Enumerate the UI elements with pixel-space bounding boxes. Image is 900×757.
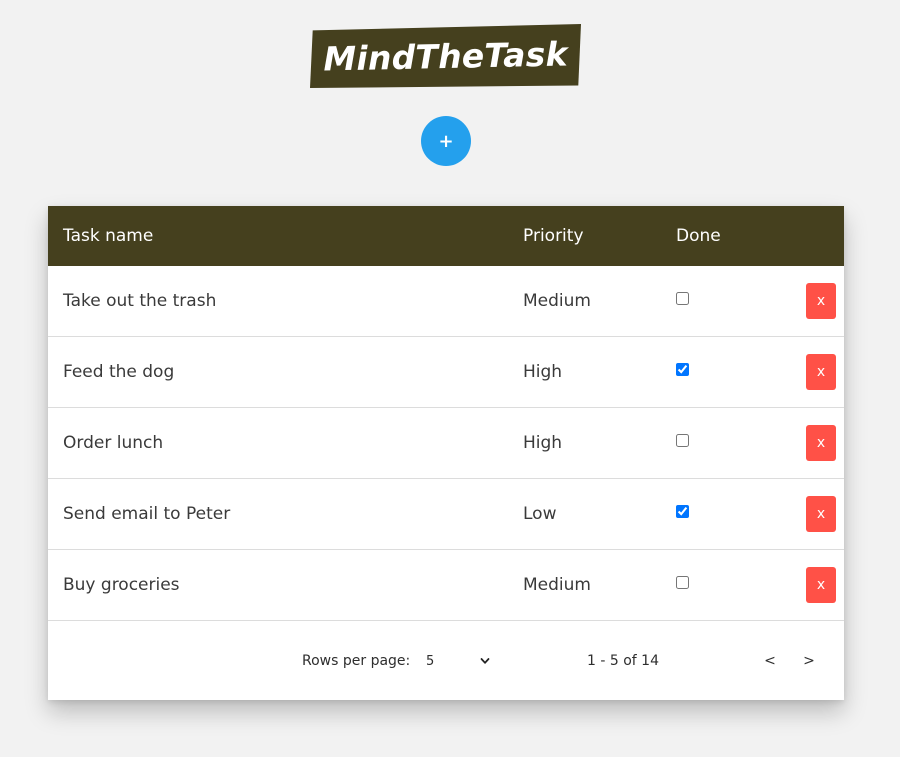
task-priority: High: [523, 433, 563, 453]
done-checkbox[interactable]: [676, 292, 689, 305]
table-row: Feed the dog High x: [48, 337, 844, 408]
delete-task-button[interactable]: x: [806, 425, 836, 461]
delete-task-button[interactable]: x: [806, 283, 836, 319]
table-row: Order lunch High x: [48, 408, 844, 479]
task-priority: Medium: [523, 575, 591, 595]
app-logo: MindTheTask: [310, 24, 581, 88]
task-priority: High: [523, 362, 563, 382]
table-row: Take out the trash Medium x: [48, 266, 844, 337]
column-header-priority: Priority: [523, 226, 584, 246]
delete-task-button[interactable]: x: [806, 354, 836, 390]
delete-task-button[interactable]: x: [806, 567, 836, 603]
next-page-button[interactable]: >: [797, 649, 821, 673]
add-task-button[interactable]: +: [421, 116, 471, 166]
task-name: Feed the dog: [63, 362, 175, 382]
done-checkbox[interactable]: [676, 434, 689, 447]
pagination-range: 1 - 5 of 14: [587, 653, 659, 669]
table-header: Task name Priority Done: [48, 206, 844, 266]
rows-per-page-label: Rows per page:: [302, 653, 411, 669]
rows-per-page-select[interactable]: 5: [420, 652, 492, 670]
table-row: Send email to Peter Low x: [48, 479, 844, 550]
task-name: Buy groceries: [63, 575, 180, 595]
delete-task-button[interactable]: x: [806, 496, 836, 532]
task-table: Task name Priority Done Take out the tra…: [48, 206, 844, 700]
previous-page-button[interactable]: <: [758, 649, 782, 673]
done-checkbox[interactable]: [676, 505, 689, 518]
task-name: Order lunch: [63, 433, 164, 453]
task-name: Send email to Peter: [63, 504, 231, 524]
table-row: Buy groceries Medium x: [48, 550, 844, 621]
column-header-task-name: Task name: [63, 226, 154, 246]
task-priority: Medium: [523, 291, 591, 311]
task-name: Take out the trash: [63, 291, 217, 311]
done-checkbox[interactable]: [676, 363, 689, 376]
task-priority: Low: [523, 504, 557, 524]
done-checkbox[interactable]: [676, 576, 689, 589]
column-header-done: Done: [676, 226, 721, 246]
chevron-down-icon: [480, 658, 490, 664]
rows-per-page-value: 5: [426, 653, 435, 669]
pagination-bar: Rows per page: 5 1 - 5 of 14 < >: [48, 622, 844, 700]
app-title: MindTheTask: [322, 33, 569, 79]
